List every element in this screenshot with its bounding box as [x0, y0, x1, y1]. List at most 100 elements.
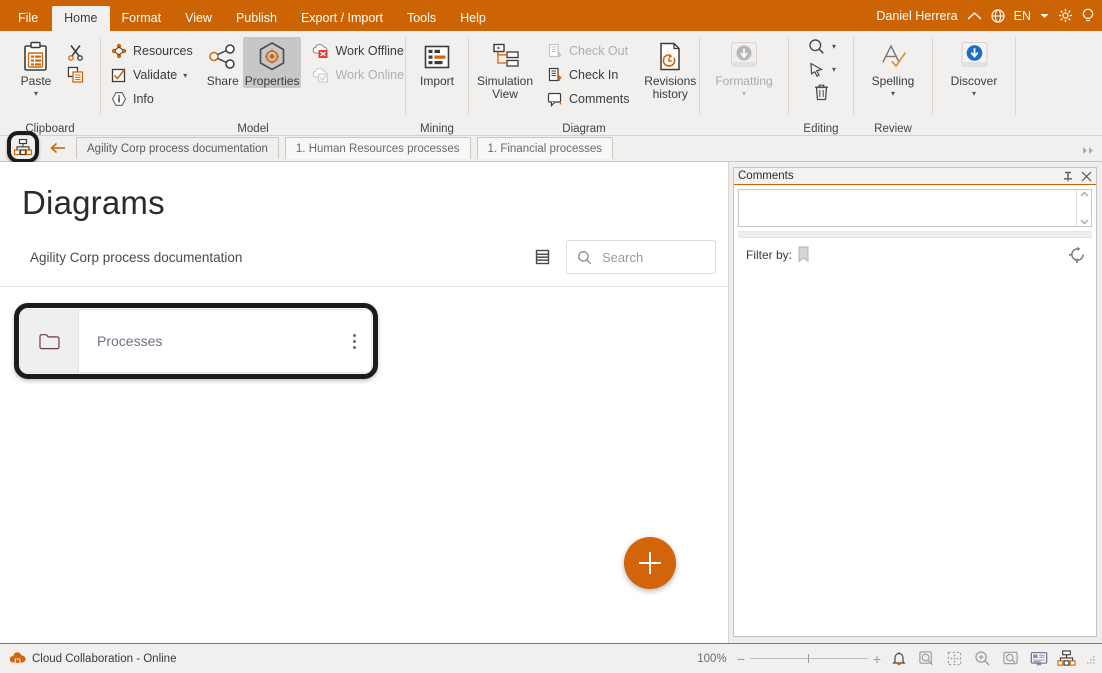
- fit-selection-icon[interactable]: [944, 648, 965, 669]
- close-icon[interactable]: [1081, 171, 1092, 182]
- menu-item-format[interactable]: Format: [110, 6, 174, 31]
- ribbon-group-label-editing: Editing: [803, 123, 839, 135]
- menu-item-tools[interactable]: Tools: [395, 6, 448, 31]
- doc-tab-0[interactable]: Agility Corp process documentation: [76, 137, 279, 159]
- fit-page-icon[interactable]: [916, 648, 937, 669]
- chevron-down-icon[interactable]: ▾: [832, 42, 836, 51]
- language-label[interactable]: EN: [1014, 9, 1031, 23]
- chevron-down-icon[interactable]: ▾: [183, 71, 187, 80]
- lightbulb-icon[interactable]: [1082, 8, 1094, 23]
- spelling-button[interactable]: Spelling ▾: [860, 37, 926, 98]
- zoom-slider[interactable]: − +: [737, 652, 881, 666]
- kebab-menu-icon[interactable]: [337, 310, 371, 372]
- chevron-up-icon[interactable]: [967, 11, 982, 21]
- share-button[interactable]: Share: [205, 37, 241, 88]
- menu-item-view[interactable]: View: [173, 6, 224, 31]
- comment-textarea[interactable]: [738, 189, 1092, 227]
- check-in-button[interactable]: Check In: [545, 63, 635, 87]
- gear-icon[interactable]: [1058, 8, 1073, 23]
- pointer-icon: [808, 61, 825, 78]
- simulation-view-button[interactable]: Simulation View: [475, 37, 535, 101]
- zoom-region-icon[interactable]: [1000, 648, 1021, 669]
- select-button[interactable]: [806, 58, 828, 80]
- bell-icon[interactable]: [888, 648, 909, 669]
- import-button[interactable]: Import: [409, 37, 465, 88]
- bookmark-icon[interactable]: [797, 246, 810, 263]
- resize-grip-icon[interactable]: [1084, 653, 1096, 665]
- menu-item-home[interactable]: Home: [52, 6, 110, 31]
- zoom-in-magnifier-icon[interactable]: [972, 648, 993, 669]
- chevron-up-icon[interactable]: [1080, 191, 1089, 197]
- work-online-label: Work Online: [335, 68, 405, 82]
- presentation-icon[interactable]: [1028, 648, 1049, 669]
- slider-thumb[interactable]: [807, 654, 809, 663]
- delete-button[interactable]: [810, 81, 832, 103]
- user-name[interactable]: Daniel Herrera: [876, 9, 957, 23]
- hierarchy-view-button[interactable]: [13, 138, 33, 158]
- work-offline-button[interactable]: Work Offline: [309, 39, 410, 63]
- hierarchy-icon[interactable]: [1056, 648, 1077, 669]
- workspace-split: Diagrams Agility Corp process documentat…: [0, 162, 1102, 643]
- chevron-down-icon[interactable]: ▾: [742, 89, 746, 98]
- paste-label: Paste: [20, 74, 52, 88]
- ribbon-group-editing: ▾ ▾ Editing: [789, 31, 853, 136]
- chevron-down-icon[interactable]: ▾: [832, 65, 836, 74]
- menu-item-file[interactable]: File: [0, 6, 52, 31]
- cut-button[interactable]: [64, 41, 86, 63]
- find-button[interactable]: [806, 35, 828, 57]
- menu-item-publish[interactable]: Publish: [224, 6, 289, 31]
- chevron-down-icon[interactable]: ▾: [972, 89, 976, 98]
- info-button[interactable]: Info: [109, 87, 199, 111]
- import-icon: [423, 39, 451, 75]
- resources-button[interactable]: Resources: [109, 39, 199, 63]
- chevron-down-icon[interactable]: ▾: [891, 89, 895, 98]
- status-bar: Cloud Collaboration - Online 100% − +: [0, 643, 1102, 673]
- arrow-left-icon: [49, 141, 67, 155]
- check-out-button[interactable]: Check Out: [545, 39, 635, 63]
- formatting-label: Formatting: [715, 74, 773, 88]
- trash-icon: [813, 83, 830, 101]
- menu-bar-right: Daniel Herrera EN: [876, 0, 1094, 31]
- list-item[interactable]: Processes: [20, 309, 372, 373]
- properties-button[interactable]: Properties: [242, 37, 302, 88]
- validate-button[interactable]: Validate ▾: [109, 63, 199, 87]
- zoom-level[interactable]: 100%: [697, 653, 726, 665]
- chevron-down-icon[interactable]: ▾: [34, 89, 38, 98]
- folder-card-wrapper: Processes: [14, 303, 378, 379]
- doc-tab-2[interactable]: 1. Financial processes: [476, 137, 613, 159]
- minus-icon[interactable]: −: [737, 652, 745, 666]
- paste-button[interactable]: Paste ▾: [8, 37, 64, 98]
- globe-icon[interactable]: [991, 8, 1005, 23]
- ribbon-group-model: Resources Validate ▾ Info Share Properti…: [101, 31, 405, 136]
- search-input[interactable]: Search: [566, 240, 716, 274]
- validate-label: Validate: [133, 68, 178, 82]
- copy-button[interactable]: [64, 63, 86, 85]
- plus-icon[interactable]: +: [873, 652, 881, 666]
- menu-item-export-import[interactable]: Export / Import: [289, 6, 395, 31]
- refresh-icon[interactable]: [1069, 246, 1086, 263]
- formatting-button[interactable]: Formatting ▾: [707, 37, 781, 98]
- application-window: File Home Format View Publish Export / I…: [0, 0, 1102, 673]
- list-view-toggle[interactable]: [535, 249, 550, 265]
- ribbon-group-label-mining: Mining: [420, 123, 454, 135]
- menu-item-help[interactable]: Help: [448, 6, 498, 31]
- chevron-down-icon[interactable]: [1080, 219, 1089, 225]
- add-diagram-button[interactable]: [624, 537, 676, 589]
- discover-button[interactable]: Discover ▾: [939, 37, 1009, 98]
- pin-icon[interactable]: [1063, 171, 1073, 182]
- chevron-down-icon[interactable]: [1040, 13, 1049, 19]
- folder-icon-cell: [21, 310, 79, 372]
- comments-button[interactable]: Comments: [545, 87, 635, 111]
- ribbon-group-label-review: Review: [874, 123, 912, 135]
- tab-overflow-button[interactable]: [1082, 146, 1096, 155]
- back-button[interactable]: [44, 136, 72, 160]
- comment-text-value[interactable]: [739, 190, 1076, 226]
- work-online-button[interactable]: Work Online: [309, 63, 410, 87]
- info-label: Info: [133, 92, 154, 106]
- ribbon-group-review: Spelling ▾ Review: [854, 31, 932, 136]
- ribbon-group-diagram: Simulation View Check Out Check In Comme…: [469, 31, 699, 136]
- filter-label: Filter by:: [746, 247, 793, 262]
- comment-scrollbar[interactable]: [1076, 190, 1091, 226]
- revisions-history-button[interactable]: Revisions history: [641, 37, 699, 101]
- doc-tab-1[interactable]: 1. Human Resources processes: [284, 137, 471, 159]
